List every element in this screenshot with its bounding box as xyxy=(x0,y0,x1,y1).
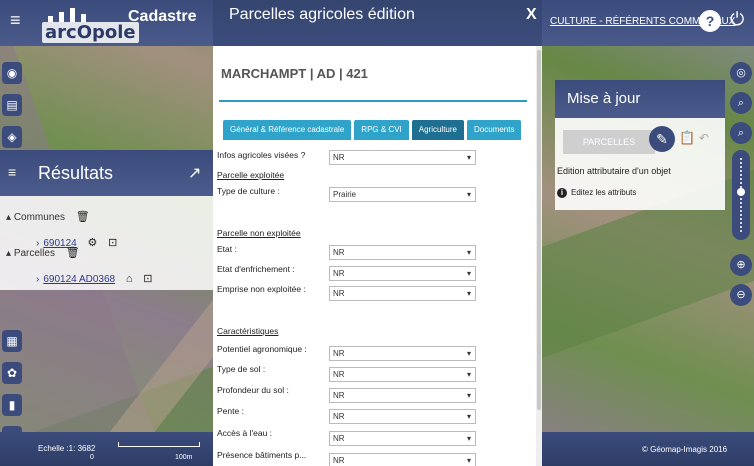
power-icon[interactable]: ⏻ xyxy=(730,9,744,30)
arcopole-logo: arcOpole xyxy=(38,8,139,43)
zoom-slider-handle[interactable] xyxy=(737,188,745,196)
dialog-scrollbar[interactable] xyxy=(536,46,542,466)
scale-hundred: 100m xyxy=(175,454,193,461)
type-sol-label: Type de sol : xyxy=(217,364,266,374)
parcelles-button[interactable]: PARCELLES xyxy=(563,130,655,154)
logo-text: arcOpole xyxy=(42,22,139,43)
zoom-out-icon[interactable]: ⊖ xyxy=(730,284,752,306)
enfrichement-label: Etat d'enfrichement : xyxy=(217,264,295,274)
dialog-body: MARCHAMPT | AD | 421 Général & Référence… xyxy=(213,46,542,466)
dialog-tabs: Général & Référence cadastrale RPG & CVI… xyxy=(223,120,522,140)
profondeur-label: Profondeur du sol : xyxy=(217,385,289,395)
pencil-icon[interactable]: ✎ xyxy=(649,126,675,152)
zoom-to-icon[interactable]: ⊡ xyxy=(108,236,117,249)
type-sol-select[interactable]: NR xyxy=(329,367,476,382)
tab-rpg-cvi[interactable]: RPG & CVI xyxy=(354,120,409,140)
enfrichement-select[interactable]: NR xyxy=(329,266,476,281)
scale-label: Echelle :1: 3682 xyxy=(38,444,96,453)
search-icon[interactable]: ⌕ xyxy=(730,122,752,144)
table-icon[interactable]: ▦ xyxy=(2,330,22,352)
parcel-identifier: MARCHAMPT | AD | 421 xyxy=(221,66,368,81)
gear-icon[interactable]: ⚙ xyxy=(88,236,98,249)
dialog-title: Parcelles agricoles édition xyxy=(229,6,415,23)
close-button[interactable]: X xyxy=(526,6,537,24)
camera-icon[interactable]: ◎ xyxy=(730,62,752,84)
collapse-icon: ▴ xyxy=(6,248,12,259)
mise-a-jour-header: Mise à jour xyxy=(555,80,725,118)
info-icon: i xyxy=(557,188,567,198)
communes-node[interactable]: ▴ Communes 🗑 xyxy=(6,210,90,223)
attribution-bar: © Géomap-Imagis 2016 xyxy=(542,432,754,466)
emprise-select[interactable]: NR xyxy=(329,286,476,301)
communes-label: Communes xyxy=(13,212,65,223)
edit-hint: i Editez les attributs xyxy=(557,188,636,198)
chevron-right-icon: › xyxy=(36,274,40,285)
infos-label: Infos agricoles visées ? xyxy=(217,150,306,160)
etat-select[interactable]: NR xyxy=(329,245,476,260)
results-tree: ▴ Communes 🗑 › 690124 ⚙ ⊡ ▴ Parcelles 🗑 ›… xyxy=(0,196,213,290)
document-icon[interactable]: ▤ xyxy=(2,94,22,116)
etat-label: Etat : xyxy=(217,244,237,254)
zoom-slider[interactable] xyxy=(732,150,750,240)
edition-label: Edition attributaire d'un objet xyxy=(557,166,671,176)
tab-documents[interactable]: Documents xyxy=(467,120,522,140)
acces-eau-select[interactable]: NR xyxy=(329,431,476,446)
bookmark-icon[interactable]: ▮ xyxy=(2,394,22,416)
tab-agriculture[interactable]: Agriculture xyxy=(411,120,464,140)
trash-icon[interactable]: 🗑 xyxy=(76,210,90,223)
caracteristiques-heading: Caractéristiques xyxy=(217,326,279,336)
potentiel-label: Potentiel agronomique : xyxy=(217,344,307,354)
mise-a-jour-panel: PARCELLES ✎ 📋 ↶ Edition attributaire d'u… xyxy=(555,118,725,210)
pente-select[interactable]: NR xyxy=(329,409,476,424)
tab-general[interactable]: Général & Référence cadastrale xyxy=(223,120,352,140)
house-icon[interactable]: ⌂ xyxy=(126,273,133,285)
copyright-text: © Géomap-Imagis 2016 xyxy=(642,445,728,454)
clipboard-icon[interactable]: 📋 xyxy=(679,130,695,146)
emprise-label: Emprise non exploitée : xyxy=(217,284,306,294)
presence-select[interactable]: NR xyxy=(329,453,476,466)
collapse-icon: ▴ xyxy=(6,212,12,223)
help-button[interactable]: ? xyxy=(699,10,721,32)
infos-select[interactable]: NR xyxy=(329,150,476,165)
results-header: ≡ Résultats ↗ xyxy=(0,150,213,196)
parcelle-link[interactable]: 690124 AD0368 xyxy=(43,274,115,285)
parcelles-label: Parcelles xyxy=(13,248,55,259)
search-icon[interactable]: ⌕ xyxy=(730,92,752,114)
right-header: CULTURE - RÉFÉRENTS COMMUNAUX ? ⏻ xyxy=(542,0,754,46)
results-menu-icon[interactable]: ≡ xyxy=(8,164,16,180)
parcelle-item[interactable]: › 690124 AD0368 ⌂ ⊡ xyxy=(36,272,153,285)
scale-ruler xyxy=(118,442,200,447)
expand-icon[interactable]: ↗ xyxy=(188,163,201,183)
layers-icon[interactable]: ◈ xyxy=(2,126,22,148)
results-title: Résultats xyxy=(38,163,114,183)
type-culture-label: Type de culture : xyxy=(217,186,280,196)
scale-bar-panel: Echelle :1: 3682 0 100m xyxy=(0,432,213,466)
trash-icon[interactable]: 🗑 xyxy=(66,246,80,259)
pente-label: Pente : xyxy=(217,406,244,416)
dialog-header: Parcelles agricoles édition X xyxy=(213,0,542,46)
zoom-to-icon[interactable]: ⊡ xyxy=(143,272,152,285)
parcelle-non-exploitee-heading: Parcelle non exploitée xyxy=(217,228,301,238)
locate-icon[interactable]: ◉ xyxy=(2,62,22,84)
parcelles-node[interactable]: ▴ Parcelles 🗑 xyxy=(6,246,80,259)
app-header: ≡ arcOpole Cadastre xyxy=(0,0,213,46)
mise-a-jour-title: Mise à jour xyxy=(567,90,641,107)
acces-eau-label: Accès à l'eau : xyxy=(217,428,273,438)
undo-icon[interactable]: ↶ xyxy=(699,131,709,145)
hamburger-menu-icon[interactable]: ≡ xyxy=(10,10,21,31)
scale-zero: 0 xyxy=(90,454,94,461)
palette-icon[interactable]: ✿ xyxy=(2,362,22,384)
app-title: Cadastre xyxy=(128,8,197,25)
profondeur-select[interactable]: NR xyxy=(329,388,476,403)
parcelle-exploitee-heading: Parcelle exploitée xyxy=(217,170,285,180)
potentiel-select[interactable]: NR xyxy=(329,346,476,361)
zoom-in-icon[interactable]: ⊕ xyxy=(730,254,752,276)
presence-label: Présence bâtiments p... xyxy=(217,450,307,460)
type-culture-select[interactable]: Prairie xyxy=(329,187,476,202)
